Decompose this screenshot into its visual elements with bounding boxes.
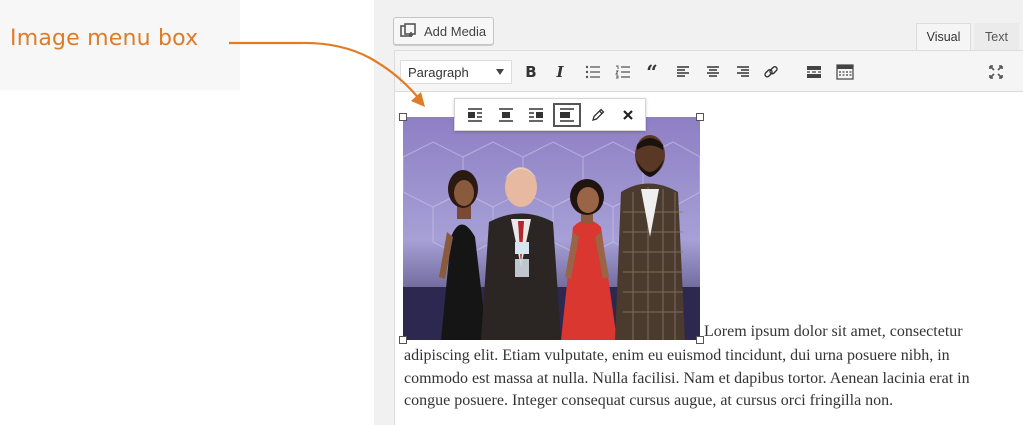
image-align-center-button[interactable] xyxy=(492,103,520,127)
resize-handle-bottom-right[interactable] xyxy=(696,336,704,344)
media-icon xyxy=(400,23,418,39)
content-paragraph: adipiscing elit. Etiam vulputate, enim e… xyxy=(404,347,970,409)
align-right-icon xyxy=(529,107,544,122)
content-first-line: Lorem ipsum dolor sit amet, consectetur xyxy=(704,323,963,340)
tab-text[interactable]: Text xyxy=(974,23,1019,50)
image-edit-button[interactable] xyxy=(584,103,612,127)
annotation-label: Image menu box xyxy=(10,26,199,51)
align-right-icon[interactable] xyxy=(732,61,754,83)
resize-handle-bottom-left[interactable] xyxy=(399,336,407,344)
numbered-list-icon[interactable] xyxy=(612,61,634,83)
fullscreen-icon[interactable] xyxy=(985,61,1007,83)
bulleted-list-icon[interactable] xyxy=(582,61,604,83)
image-align-right-button[interactable] xyxy=(522,103,550,127)
edit-pencil-icon xyxy=(591,108,604,121)
add-media-label: Add Media xyxy=(424,23,487,39)
tab-visual[interactable]: Visual xyxy=(916,23,971,50)
blockquote-icon[interactable]: “ xyxy=(641,60,663,84)
resize-handle-top-left[interactable] xyxy=(399,113,407,121)
align-center-icon xyxy=(498,107,513,122)
selected-image[interactable] xyxy=(403,117,700,340)
bold-icon[interactable]: B xyxy=(520,61,542,83)
format-select-value: Paragraph xyxy=(408,64,469,80)
align-left-icon[interactable] xyxy=(672,61,694,83)
resize-handle-top-right[interactable] xyxy=(696,113,704,121)
add-media-button[interactable]: Add Media xyxy=(393,17,494,45)
read-more-icon[interactable] xyxy=(803,61,825,83)
align-none-icon xyxy=(559,107,574,122)
toolbar-toggle-icon[interactable] xyxy=(834,61,856,83)
photo-illustration xyxy=(403,117,700,340)
remove-icon xyxy=(623,109,633,120)
align-center-icon[interactable] xyxy=(702,61,724,83)
image-align-left-button[interactable] xyxy=(461,103,489,127)
insert-link-icon[interactable] xyxy=(760,61,782,83)
image-align-none-button[interactable] xyxy=(553,102,581,127)
chevron-down-icon xyxy=(496,69,504,75)
format-select[interactable]: Paragraph xyxy=(400,60,512,84)
image-remove-button[interactable] xyxy=(614,103,642,127)
image-menu-box xyxy=(454,98,646,131)
align-left-icon xyxy=(467,107,482,122)
italic-icon[interactable]: I xyxy=(549,61,571,83)
